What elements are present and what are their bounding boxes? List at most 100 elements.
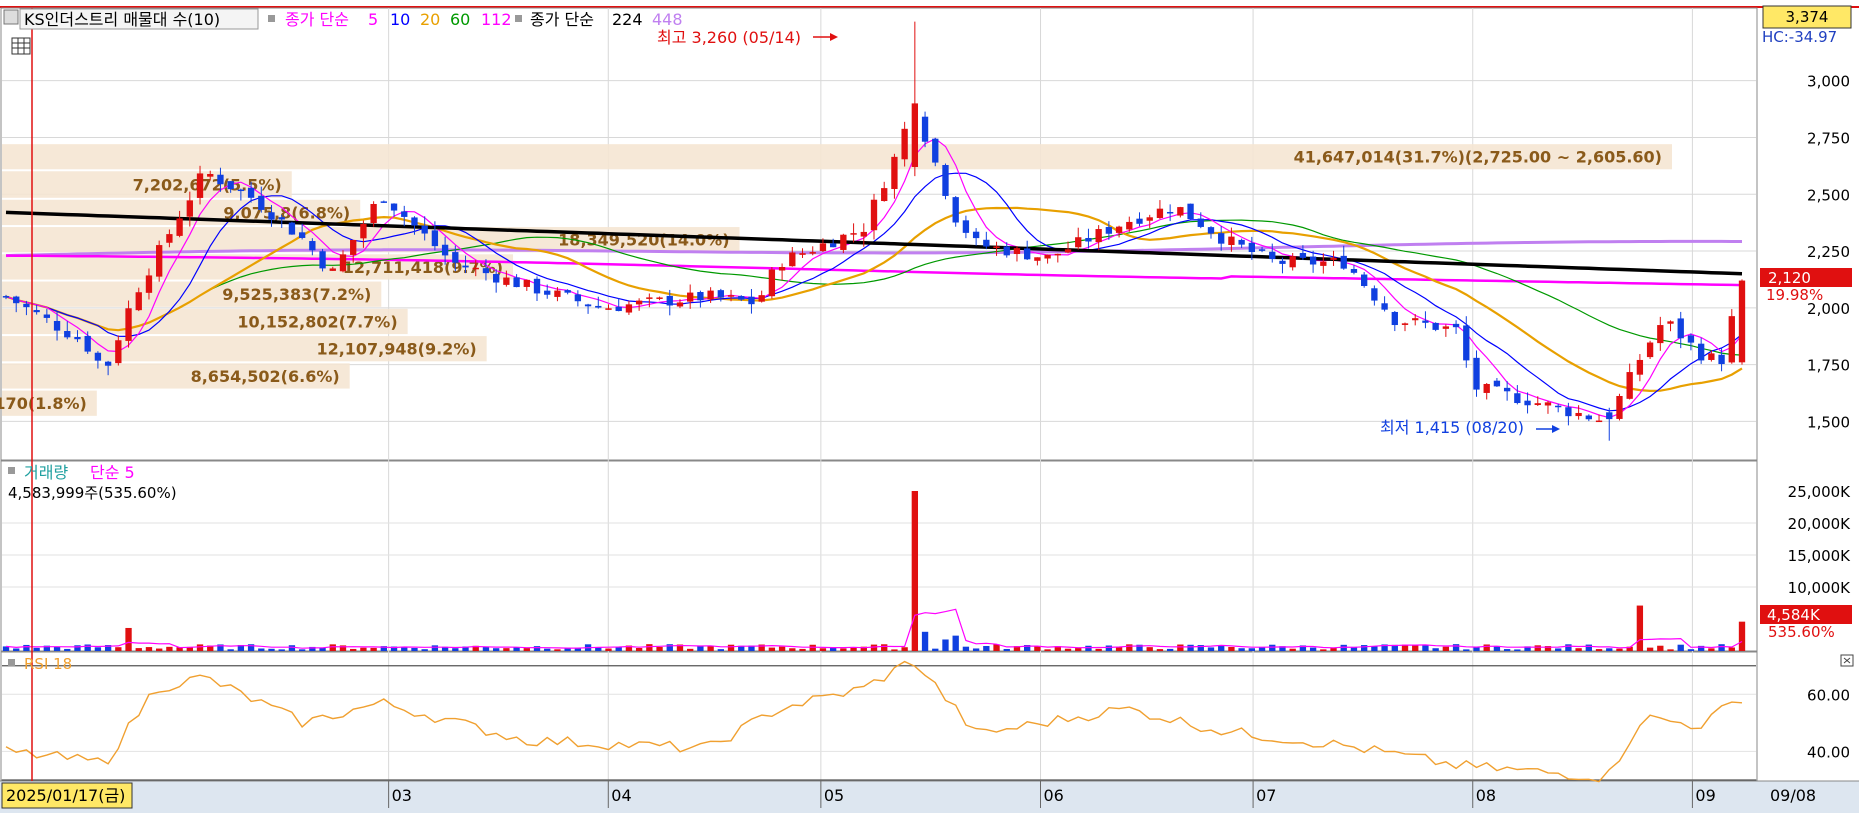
candle-body	[431, 230, 439, 247]
candle-body	[370, 203, 377, 224]
volume-close-icon[interactable]	[1840, 654, 1854, 667]
candle-body	[1299, 252, 1307, 258]
candle-body	[1115, 226, 1123, 233]
candle-body	[380, 201, 388, 203]
volume-tick-label: 20,000K	[1788, 515, 1851, 533]
candle-body	[33, 310, 40, 313]
x-month-label: 06	[1044, 786, 1064, 805]
volume-bar	[1238, 648, 1245, 651]
ma-legend-period-60: 60	[450, 10, 470, 29]
candle-body	[523, 279, 530, 287]
volume-ma-label[interactable]: 단순 5	[90, 463, 135, 482]
volume-bar	[360, 647, 367, 651]
volume-bar	[513, 647, 520, 651]
price-tick-label: 2,500	[1807, 186, 1850, 204]
rsi-title[interactable]: RSI 18	[24, 655, 72, 673]
volume-bar	[840, 648, 847, 651]
candle-body	[768, 269, 776, 297]
volume-bar	[1371, 646, 1378, 651]
candle-body	[166, 234, 173, 243]
candle-body	[1738, 280, 1746, 363]
candle-body	[237, 189, 245, 192]
volume-title[interactable]: 거래량	[24, 463, 68, 482]
last-change-label: 19.98%	[1766, 286, 1823, 304]
ma-legend-label[interactable]: 종가 단순	[285, 10, 349, 29]
volume-profile-label: 12,107,948(9.2%)	[316, 340, 476, 359]
volume-bar	[1156, 649, 1164, 651]
volume-bar	[972, 648, 980, 651]
candle-body	[1442, 326, 1450, 329]
candle-body	[1677, 318, 1684, 339]
candle-body	[615, 306, 622, 312]
rsi-tick-label: 60.00	[1807, 686, 1850, 704]
candle-body	[1269, 251, 1276, 260]
volume-bar	[1228, 646, 1235, 651]
candle-body	[1381, 303, 1388, 310]
volume-bar	[94, 647, 102, 651]
candle-body	[952, 197, 959, 223]
candle-body	[1473, 357, 1480, 390]
candle-body	[1422, 320, 1429, 323]
volume-bar	[1463, 649, 1470, 651]
candle-body	[1687, 335, 1695, 343]
candle-body	[1248, 242, 1256, 253]
volume-bar	[778, 646, 786, 651]
volume-bar	[196, 644, 204, 651]
candle-body	[554, 290, 561, 297]
candle-body	[1371, 288, 1378, 301]
candle-body	[441, 244, 449, 256]
candle-body	[881, 188, 888, 202]
volume-bar	[1442, 646, 1450, 651]
candle-body	[23, 303, 30, 308]
price-tick-label: 2,750	[1807, 129, 1850, 147]
table-icon[interactable]	[11, 37, 31, 55]
volume-tick-label: 10,000K	[1788, 579, 1851, 597]
volume-bar	[717, 649, 724, 651]
volume-bar	[1320, 649, 1327, 651]
candle-body	[1258, 249, 1266, 251]
volume-bar	[1636, 605, 1644, 651]
candle-body	[64, 331, 71, 338]
candle-body	[748, 296, 755, 305]
candle-body	[1146, 217, 1153, 221]
volume-bar	[901, 647, 908, 651]
volume-bar	[1483, 644, 1490, 651]
candle-body	[727, 295, 735, 297]
candle-body	[115, 340, 122, 364]
volume-profile-label: 10,152,802(7.7%)	[237, 312, 397, 331]
volume-bar	[819, 648, 827, 651]
candle-body	[1565, 407, 1572, 417]
volume-bar	[1003, 648, 1010, 651]
ma-long-legend-label[interactable]: 종가 단순	[530, 10, 594, 29]
candle-body	[1626, 372, 1633, 399]
candle-body	[513, 277, 520, 288]
x-month-label: 04	[611, 786, 631, 805]
volume-bar	[298, 649, 306, 651]
candle-body	[584, 304, 592, 307]
volume-bar	[635, 647, 643, 651]
candle-body	[1636, 359, 1644, 375]
volume-bar	[564, 648, 571, 651]
volume-bar	[932, 648, 939, 651]
candle-body	[1003, 246, 1010, 256]
candle-body	[156, 245, 163, 277]
volume-bar	[84, 644, 91, 651]
candle-body	[1207, 227, 1215, 234]
volume-bar	[1585, 644, 1592, 651]
volume-bar	[891, 649, 898, 651]
volume-bar	[1708, 648, 1715, 651]
candle-body	[472, 267, 479, 270]
ma-legend-period-10: 10	[390, 10, 410, 29]
volume-bar	[789, 648, 796, 651]
volume-bar	[268, 648, 275, 651]
candle-body	[1024, 248, 1031, 260]
candle-body	[1187, 203, 1194, 220]
candle-body	[1177, 207, 1184, 216]
candle-body	[350, 239, 357, 255]
volume-tick-label: 15,000K	[1788, 547, 1851, 565]
candle-body	[421, 225, 428, 234]
x-month-label: 08	[1476, 786, 1496, 805]
volume-profile-label: 2,410,170(1.8%)	[0, 394, 87, 413]
chart-canvas[interactable]: 41,647,014(31.7%)(2,725.00 ~ 2,605.60) 7,…	[0, 0, 1859, 813]
candle-body	[1330, 257, 1337, 260]
